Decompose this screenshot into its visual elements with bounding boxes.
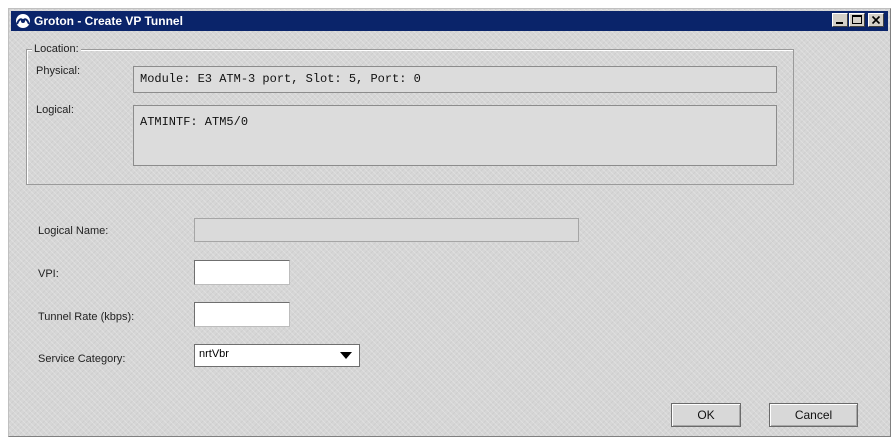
- physical-field: Module: E3 ATM-3 port, Slot: 5, Port: 0: [133, 66, 777, 93]
- window-title: Groton - Create VP Tunnel: [34, 14, 183, 28]
- title-bar[interactable]: Groton - Create VP Tunnel: [11, 11, 888, 31]
- logical-field: ATMINTF: ATM5/0: [133, 105, 777, 166]
- network-icon: [16, 14, 30, 28]
- service-category-value: nrtVbr: [199, 348, 229, 360]
- minimize-icon: [836, 22, 843, 24]
- dropdown-arrow-icon[interactable]: [333, 345, 359, 366]
- service-category-label: Service Category:: [38, 353, 126, 365]
- maximize-icon: [852, 15, 862, 24]
- cancel-button[interactable]: Cancel: [769, 403, 858, 427]
- logical-name-label: Logical Name:: [38, 225, 109, 237]
- vpi-label: VPI:: [38, 268, 59, 280]
- vpi-field[interactable]: [194, 260, 290, 285]
- close-icon: [871, 15, 881, 25]
- service-category-select[interactable]: nrtVbr: [194, 344, 360, 367]
- tunnel-rate-label: Tunnel Rate (kbps):: [38, 311, 135, 323]
- maximize-button[interactable]: [849, 13, 865, 27]
- create-vp-tunnel-dialog: Groton - Create VP Tunnel Location: Phys…: [8, 8, 891, 437]
- minimize-button[interactable]: [832, 13, 848, 27]
- ok-button[interactable]: OK: [671, 403, 741, 427]
- physical-label: Physical:: [36, 65, 81, 77]
- tunnel-rate-field[interactable]: [194, 302, 290, 327]
- logical-label: Logical:: [36, 104, 74, 116]
- close-button[interactable]: [868, 13, 884, 27]
- logical-name-field[interactable]: [194, 218, 579, 242]
- location-legend: Location:: [32, 43, 81, 55]
